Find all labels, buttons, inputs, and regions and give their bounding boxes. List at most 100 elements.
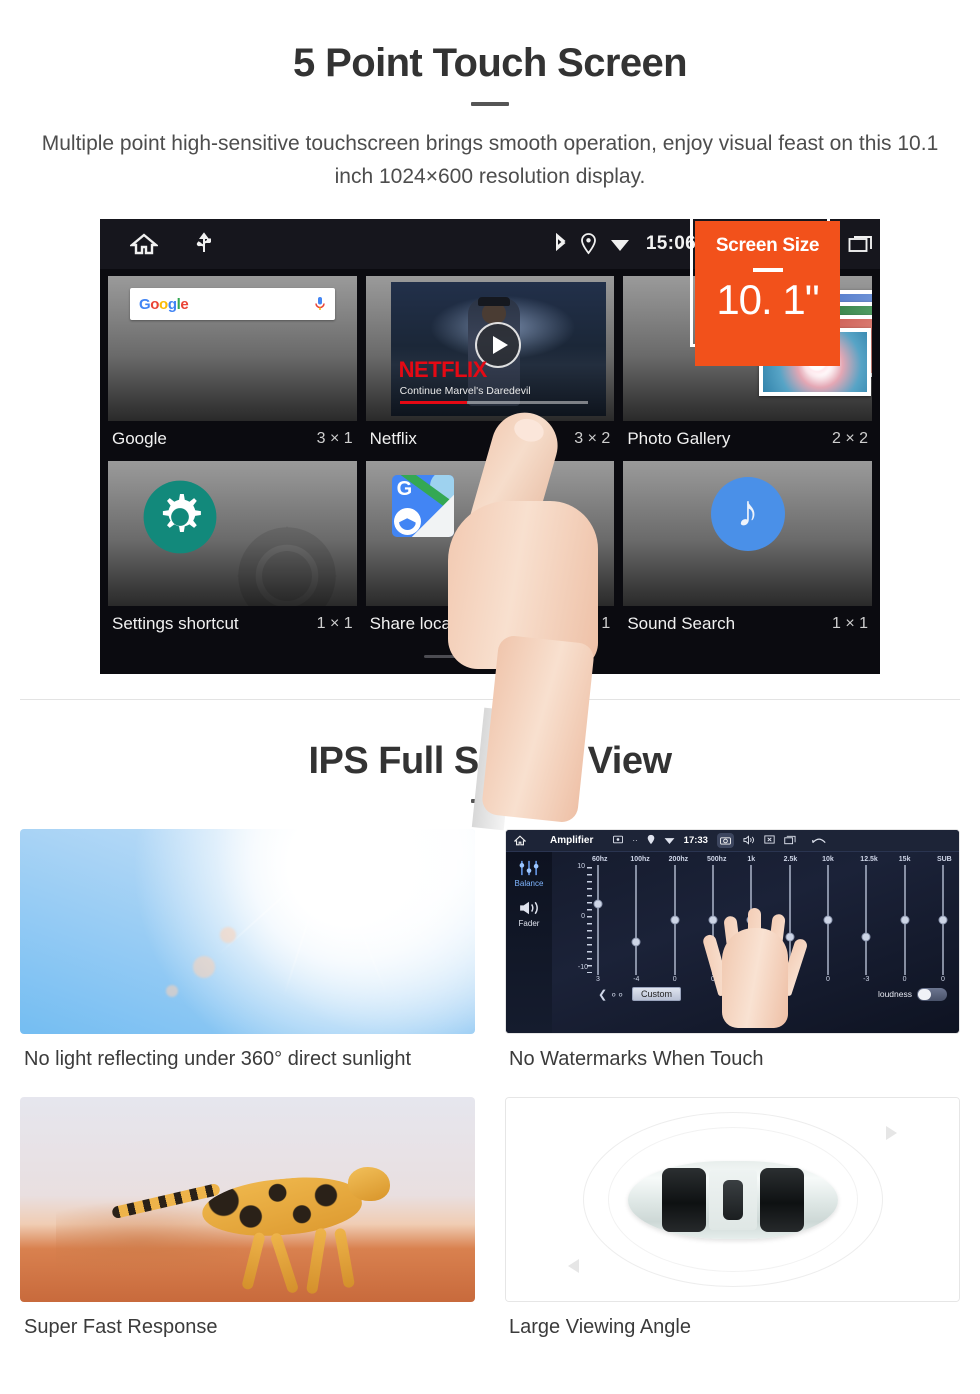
google-maps-icon[interactable]: G (391, 475, 454, 538)
microphone-icon[interactable] (314, 296, 326, 312)
usb-icon[interactable] (196, 232, 212, 256)
card-caption: No Watermarks When Touch (509, 1048, 764, 1071)
feature-card-fast-response: Super Fast Response (20, 1097, 475, 1365)
eq-slider-knob[interactable] (900, 915, 910, 925)
map-g-letter: G (396, 478, 413, 501)
back-arrow-icon[interactable] (811, 835, 827, 847)
gear-icon[interactable] (142, 479, 218, 555)
page-dot[interactable] (472, 655, 508, 659)
eq-slider-track (865, 865, 868, 976)
gear-icon-watermark (227, 516, 347, 607)
blue-sky-sun-flare-image (20, 829, 475, 1035)
home-icon[interactable] (514, 835, 526, 846)
page-dot-active[interactable] (520, 655, 556, 659)
back-arrow-icon[interactable]: ❮ ∘∘ (598, 988, 624, 1001)
netflix-widget[interactable]: NETFLIX Continue Marvel's Daredevil (365, 276, 615, 422)
settings-shortcut-widget[interactable] (108, 461, 357, 607)
eq-slider[interactable] (937, 865, 949, 976)
page-dot[interactable] (424, 655, 460, 659)
widget-caption: Settings shortcut 1 × 1 (108, 606, 357, 646)
eq-slider[interactable] (707, 865, 719, 976)
eq-slider[interactable] (822, 865, 834, 976)
title-underline-rule (471, 102, 509, 106)
rotation-arrow (886, 1126, 897, 1141)
section-1-subtitle: Multiple point high-sensitive touchscree… (41, 132, 939, 188)
eq-slider-track (788, 865, 791, 976)
eq-slider-knob[interactable] (746, 915, 756, 925)
camera-icon[interactable] (716, 833, 734, 849)
eq-slider[interactable] (860, 865, 872, 976)
eq-slider[interactable] (630, 865, 642, 976)
widget-caption: Photo Gallery 2 × 2 (623, 421, 872, 461)
widget-cell-sound-search[interactable]: ♪ Sound Search 1 × 1 (623, 461, 872, 646)
netflix-artwork: NETFLIX Continue Marvel's Daredevil (390, 282, 606, 417)
recents-icon[interactable] (784, 835, 796, 847)
bluetooth-icon (553, 233, 567, 255)
eq-scale: 10 0 -10 (570, 863, 592, 975)
widget-cell-google[interactable]: Google Google 3 × 1 (108, 276, 357, 461)
amp-body: Balance Fader 60hz 100hz 200hz 500hz 1k … (506, 852, 959, 1034)
eq-slider-knob[interactable] (785, 932, 795, 942)
eq-slider-knob[interactable] (861, 932, 871, 942)
widget-cell-settings[interactable]: Settings shortcut 1 × 1 (108, 461, 357, 646)
eq-slider-knob[interactable] (631, 937, 641, 947)
home-icon[interactable] (130, 232, 158, 256)
eq-value: 3 (596, 976, 600, 984)
amp-side-nav: Balance Fader (506, 852, 552, 1034)
screen-size-badge: Screen Size 10. 1" (695, 221, 840, 367)
ips-section: IPS Full Screen View No light reflecting… (0, 700, 980, 1365)
preset-button[interactable]: Custom (632, 987, 682, 1002)
amp-side-label: Balance (514, 879, 544, 889)
share-location-widget[interactable]: G (365, 461, 615, 607)
recents-icon[interactable] (848, 234, 874, 254)
amp-side-balance[interactable]: Balance (514, 860, 544, 889)
eq-slider[interactable] (745, 865, 757, 976)
eq-band-label: 500hz (706, 856, 727, 864)
eq-value: 0 (711, 976, 715, 984)
eq-slider[interactable] (899, 865, 911, 976)
eq-slider-knob[interactable] (708, 915, 718, 925)
eq-slider[interactable] (592, 865, 604, 976)
eq-slider-track (597, 865, 599, 976)
eq-slider-knob[interactable] (938, 915, 948, 925)
google-search-widget[interactable]: Google (108, 276, 357, 422)
netflix-row-label: Continue Marvel's Daredevil (399, 385, 531, 398)
eq-band-label: 12.5k (860, 856, 878, 864)
eq-slider-knob[interactable] (593, 899, 603, 909)
windshield (661, 1167, 706, 1232)
progress-bar (399, 401, 588, 405)
eq-values: 3 -4 0 0 0 -3 0 -3 0 0 (558, 976, 953, 983)
loudness-control[interactable]: loudness (878, 987, 947, 1001)
loudness-toggle[interactable] (917, 987, 947, 1001)
eq-slider-knob[interactable] (823, 915, 833, 925)
google-search-bar[interactable]: Google (130, 288, 335, 321)
widget-size: 3 × 1 (316, 430, 353, 448)
volume-icon[interactable] (743, 834, 755, 847)
equalizer-panel: 60hz 100hz 200hz 500hz 1k 2.5k 10k 12.5k 15k SUB … (552, 852, 959, 1033)
eq-slider[interactable] (669, 865, 681, 976)
eq-slider[interactable] (784, 865, 796, 976)
sliders-icon (518, 860, 540, 878)
rear-window (759, 1167, 804, 1232)
image-frame: Amplifier ·· 17:33 Balance Fader 60hz 10… (505, 829, 960, 1035)
widget-cell-share-location[interactable]: G Share location 1 × 1 (365, 461, 615, 646)
eq-band-label: 15k (898, 856, 911, 864)
eq-band-label: 2.5k (783, 856, 798, 864)
sound-search-widget[interactable]: ♪ (623, 461, 872, 607)
rotation-arrow (568, 1259, 579, 1274)
page-indicator (100, 646, 880, 659)
eq-band-label: 10k (822, 856, 834, 864)
card-caption: Super Fast Response (24, 1316, 218, 1339)
location-pin-icon (647, 834, 655, 847)
title-underline-rule (471, 799, 509, 804)
music-note-icon[interactable]: ♪ (710, 477, 785, 552)
widget-caption: Netflix 3 × 2 (366, 421, 615, 461)
device-screenshot-wrapper: 15:06 Google Google 3 × 1 NETFLIX Contin… (100, 207, 880, 831)
eq-slider-knob[interactable] (670, 915, 680, 925)
widget-label: Sound Search (627, 614, 736, 634)
widget-cell-netflix[interactable]: NETFLIX Continue Marvel's Daredevil Netf… (365, 276, 615, 461)
amp-side-fader[interactable]: Fader (518, 900, 540, 928)
card-caption: No light reflecting under 360° direct su… (24, 1048, 412, 1071)
close-box-icon[interactable] (764, 835, 775, 846)
card-caption: Large Viewing Angle (509, 1316, 691, 1339)
